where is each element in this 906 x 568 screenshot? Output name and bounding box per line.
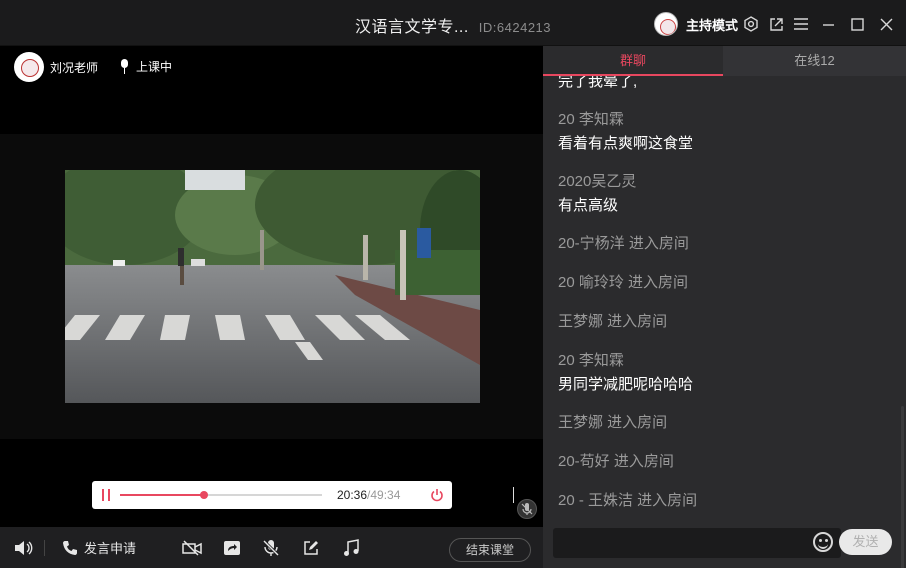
chat-tabs: 群聊 在线12 — [543, 46, 906, 76]
title-bar: 汉语言文学专... ID:6424213 主持模式 — [0, 0, 906, 46]
message-sender: 2020吴乙灵 — [558, 173, 637, 190]
menu-icon[interactable] — [790, 13, 812, 35]
pause-icon[interactable] — [102, 489, 110, 501]
current-time: 20:36 — [337, 488, 368, 502]
host-mode-toggle[interactable]: 主持模式 — [654, 12, 738, 36]
message-text: 有点高级 — [558, 197, 619, 214]
apply-speak-button[interactable]: 发言申请 — [62, 527, 136, 568]
settings-icon[interactable] — [740, 13, 762, 35]
room-id: ID:6424213 — [478, 20, 552, 35]
bottom-toolbar: 发言申请 结束课堂 — [0, 527, 543, 568]
message-list: 完了我晕了, 20 李知霖 看着有点爽啊这食堂 2020吴乙灵 有点高级 20-… — [543, 76, 906, 521]
close-icon[interactable] — [875, 13, 897, 35]
chat-scrollbar[interactable] — [901, 406, 904, 568]
emoji-icon[interactable] — [813, 532, 833, 552]
minimize-icon[interactable] — [817, 13, 839, 35]
system-message: 20-宁杨洋 进入房间 — [558, 235, 689, 252]
chat-panel: 群聊 在线12 完了我晕了, 20 李知霖 看着有点爽啊这食堂 2020吴乙灵 … — [543, 46, 906, 568]
share-screen-icon[interactable] — [223, 527, 241, 568]
class-title: 汉语言文学专... — [354, 19, 469, 36]
apply-speak-label: 发言申请 — [84, 541, 137, 556]
system-message: 20 喻玲玲 进入房间 — [558, 274, 689, 291]
message-text: 完了我晕了, — [558, 76, 638, 90]
playback-time: 20:36/49:34 — [337, 488, 400, 502]
teacher-name: 刘况老师 — [50, 60, 99, 75]
total-time: /49:34 — [367, 488, 401, 502]
system-message: 20-苟好 进入房间 — [558, 453, 674, 470]
maximize-icon[interactable] — [846, 13, 868, 35]
system-message: 20 - 王姝洁 进入房间 — [558, 492, 698, 509]
street-scene-image — [65, 170, 480, 403]
system-message: 王梦娜 进入房间 — [558, 414, 668, 431]
phone-icon — [63, 540, 77, 555]
end-class-button[interactable]: 结束课堂 — [449, 538, 531, 562]
progress-fill — [120, 494, 204, 496]
mic-muted-icon[interactable] — [517, 499, 537, 519]
edit-icon[interactable] — [303, 527, 319, 568]
media-player: 20:36/49:34 — [92, 481, 514, 509]
tab-group-chat[interactable]: 群聊 — [543, 46, 723, 76]
volume-icon[interactable] — [13, 527, 33, 568]
microphone-icon — [120, 59, 129, 74]
message-text: 男同学减肥呢哈哈哈 — [558, 376, 694, 393]
microphone-off-icon[interactable] — [263, 527, 279, 568]
music-icon[interactable] — [343, 527, 359, 568]
teacher-badge: 刘况老师 — [14, 52, 98, 82]
send-button[interactable]: 发送 — [839, 529, 892, 555]
player-divider — [513, 487, 514, 503]
video-frame[interactable] — [65, 170, 480, 403]
camera-off-icon[interactable] — [182, 527, 202, 568]
message-sender: 20 李知霖 — [558, 111, 624, 128]
toolbar-divider — [44, 540, 45, 556]
tab-online[interactable]: 在线12 — [723, 46, 906, 76]
progress-track[interactable] — [120, 491, 322, 499]
class-status: 上课中 — [120, 58, 172, 75]
class-status-label: 上课中 — [136, 60, 173, 74]
message-text: 看着有点爽啊这食堂 — [558, 135, 694, 152]
progress-knob[interactable] — [199, 491, 208, 499]
stop-playback-icon[interactable] — [429, 487, 445, 503]
teacher-avatar — [14, 52, 44, 82]
system-message: 王梦娜 进入房间 — [558, 313, 668, 330]
host-avatar — [654, 12, 678, 36]
window-controls — [740, 13, 897, 35]
popout-icon[interactable] — [765, 13, 787, 35]
video-stage: 刘况老师 上课中 20:36/49:34 — [0, 46, 543, 527]
host-mode-label: 主持模式 — [686, 17, 739, 33]
chat-input[interactable] — [553, 528, 841, 558]
message-sender: 20 李知霖 — [558, 352, 624, 369]
